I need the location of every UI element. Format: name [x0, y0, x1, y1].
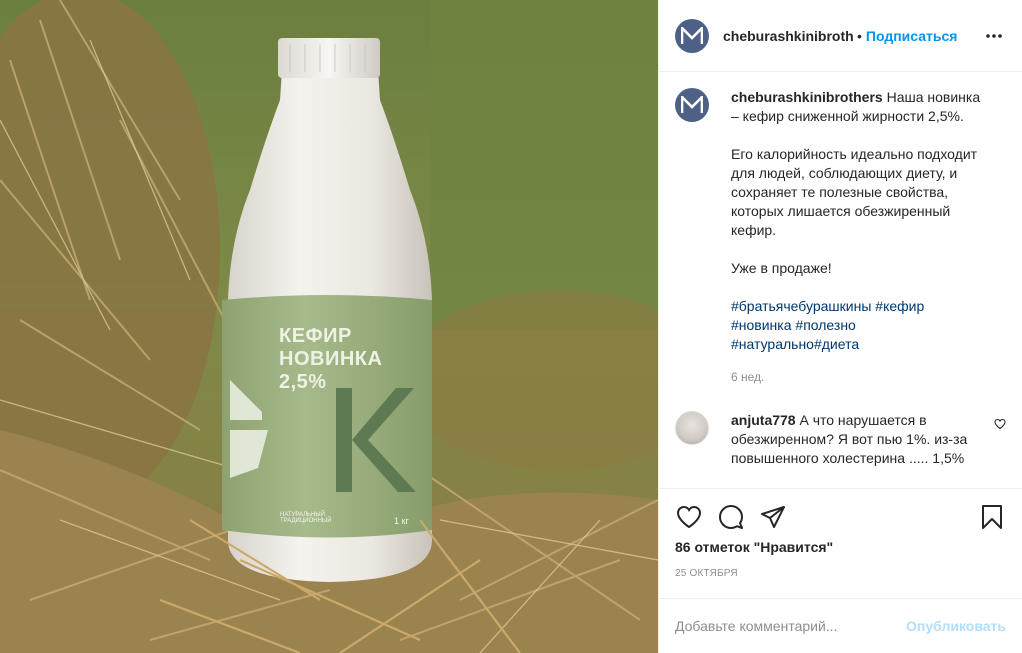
separator-dot: •	[857, 27, 862, 44]
post-container: КЕФИР НОВИНКА 2,5% НАТУРАЛЬНЫЙ ТРАДИЦИОН…	[0, 0, 1022, 653]
caption-text-3: Уже в продаже!	[731, 260, 832, 276]
brand-logo-icon	[681, 96, 703, 113]
post-actions: 86 отметок "Нравится" 25 октября	[659, 488, 1022, 598]
caption-text-2: Его калорийность идеально подходит для л…	[731, 146, 978, 238]
commenter-avatar[interactable]	[675, 411, 709, 445]
post-header: cheburashkinibrothers • Подписаться	[659, 0, 1022, 72]
comment-username[interactable]: anjuta778	[731, 412, 796, 428]
caption-username[interactable]: cheburashkinibrothers	[731, 89, 883, 105]
heart-icon	[994, 418, 1006, 430]
comment-item: anjuta778 А что нарушается в обезжиренно…	[675, 411, 1006, 468]
caption-time[interactable]: 6 нед.	[731, 368, 991, 387]
bottle-label-line2: НОВИНКА	[279, 348, 383, 370]
bottle-label-small: НАТУРАЛЬНЫЙ ТРАДИЦИОННЫЙ	[280, 512, 332, 525]
comment-like-button[interactable]	[994, 417, 1006, 433]
more-options-button[interactable]	[982, 24, 1006, 48]
share-button[interactable]	[759, 503, 787, 531]
hashtag[interactable]: #натурально	[731, 336, 814, 352]
add-comment-bar: Опубликовать	[659, 598, 1022, 653]
hashtag[interactable]: #полезно	[795, 317, 855, 333]
post-caption: cheburashkinibrothers Наша новинка – кеф…	[675, 88, 1006, 387]
caption-avatar[interactable]	[675, 88, 709, 122]
bottle-label-line3: 2,5%	[279, 371, 327, 393]
publish-button[interactable]: Опубликовать	[906, 618, 1006, 634]
comment-body: anjuta778 А что нарушается в обезжиренно…	[731, 411, 971, 468]
post-photo[interactable]: КЕФИР НОВИНКА 2,5% НАТУРАЛЬНЫЙ ТРАДИЦИОН…	[0, 0, 658, 653]
post-date[interactable]: 25 октября	[675, 568, 1006, 579]
brand-logo-icon	[681, 26, 703, 44]
like-button[interactable]	[675, 503, 703, 531]
action-icons-row	[675, 489, 1006, 539]
heart-icon	[676, 505, 702, 529]
follow-button[interactable]: Подписаться	[866, 28, 958, 44]
comment-input[interactable]	[675, 618, 907, 634]
header-username[interactable]: cheburashkinibrothers	[723, 28, 853, 44]
post-side-panel: cheburashkinibrothers • Подписаться cheb…	[658, 0, 1022, 653]
bottle-label-text: КЕФИР НОВИНКА 2,5%	[279, 326, 382, 395]
more-horizontal-icon	[986, 33, 1002, 38]
caption-hashtags: #братьячебурашкины #кефир #новинка #поле…	[731, 297, 991, 354]
comment-icon	[719, 505, 743, 529]
caption-body: cheburashkinibrothers Наша новинка – кеф…	[731, 88, 991, 387]
share-icon	[761, 506, 785, 528]
comments-list[interactable]: cheburashkinibrothers Наша новинка – кеф…	[659, 72, 1022, 488]
hashtag[interactable]: #диета	[814, 336, 859, 352]
hashtag[interactable]: #кефир	[875, 298, 924, 314]
save-button[interactable]	[978, 503, 1006, 531]
comment-button[interactable]	[717, 503, 745, 531]
bottle-label-weight: 1 кг	[394, 516, 409, 526]
bookmark-icon	[982, 505, 1002, 529]
hashtag[interactable]: #братьячебурашкины	[731, 298, 871, 314]
profile-avatar[interactable]	[675, 18, 709, 53]
bottle-label-line1: КЕФИР	[279, 325, 352, 347]
hashtag[interactable]: #новинка	[731, 317, 792, 333]
likes-count[interactable]: 86 отметок "Нравится"	[675, 539, 1006, 555]
